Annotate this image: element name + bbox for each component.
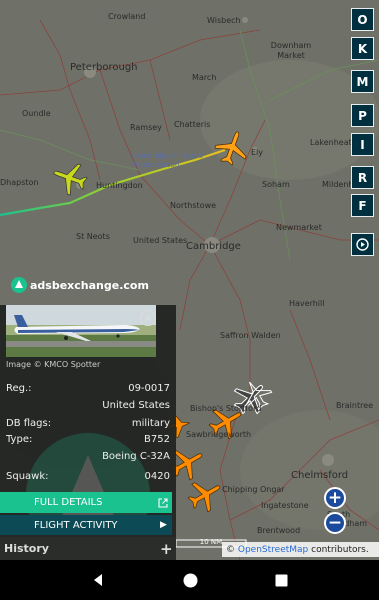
type-row: Type: B752 <box>6 434 170 445</box>
toolbar-button-f[interactable]: F <box>351 194 374 217</box>
place-label: Saffron Walden <box>220 331 281 340</box>
map-attribution: © OpenStreetMap contributors. <box>222 542 379 557</box>
minus-icon: − <box>327 512 343 533</box>
aircraft-photo[interactable] <box>6 305 156 357</box>
dbflags-label: DB flags: <box>6 418 52 429</box>
squawk-label: Squawk: <box>6 471 49 482</box>
country-value: United States <box>102 400 170 411</box>
home-button[interactable] <box>160 560 220 600</box>
plus-icon[interactable]: + <box>160 540 173 558</box>
place-label: Bishop's Stortford <box>190 404 262 413</box>
toolbar-button-r[interactable]: R <box>351 166 374 189</box>
toolbar-button-i[interactable]: I <box>351 133 374 156</box>
close-icon[interactable]: ✕ <box>140 310 156 326</box>
home-icon <box>183 573 197 587</box>
replay-button[interactable] <box>351 233 374 256</box>
adsbexchange-logo-icon <box>11 277 27 293</box>
back-button[interactable] <box>68 560 128 600</box>
place-label: Wisbech <box>207 16 241 25</box>
toolbar-button-o[interactable]: O <box>351 8 374 31</box>
place-label: St Neots <box>76 232 110 241</box>
android-navigation-bar <box>0 560 379 600</box>
attribution-prefix: © <box>226 544 235 555</box>
place-label: United States <box>133 236 188 245</box>
place-label: Northstowe <box>170 201 217 210</box>
place-label: Cambridge <box>186 241 241 252</box>
full-details-button[interactable]: FULL DETAILS <box>0 492 172 513</box>
recents-button[interactable] <box>251 560 311 600</box>
place-label: Ingatestone <box>261 501 309 510</box>
dbflags-row: DB flags: military <box>6 418 170 429</box>
place-label: Chelmsford <box>291 470 349 481</box>
place-label: Haverhill <box>289 299 325 308</box>
reg-label: Reg.: <box>6 383 32 394</box>
dbflags-value: military <box>131 418 170 429</box>
reg-value: 09-0017 <box>128 383 170 394</box>
openstreetmap-link[interactable]: OpenStreetMap <box>238 545 308 555</box>
place-label: Oundle <box>22 109 51 118</box>
place-label: Sawbridgeworth <box>186 430 252 439</box>
place-label: Dhapston <box>0 178 39 187</box>
reg-row: Reg.: 09-0017 <box>6 383 170 394</box>
place-label: Chatteris <box>174 120 211 129</box>
type-label: Type: <box>6 434 33 445</box>
full-details-label: FULL DETAILS <box>34 497 103 508</box>
place-label: Cambridgeshire and Peterborough <box>132 152 203 169</box>
image-caption: Image © KMCO Spotter <box>6 360 101 369</box>
chevron-right-icon: ▶ <box>160 520 167 530</box>
place-label: Newmarket <box>276 223 322 232</box>
external-link-icon <box>158 497 168 508</box>
aircraft-info-panel: ✕ Image © KMCO Spotter Reg.: 09-0017 Uni… <box>0 305 176 560</box>
flight-activity-button[interactable]: FLIGHT ACTIVITY ▶ <box>0 515 172 535</box>
place-label: Downham Market <box>270 41 312 60</box>
place-label: Crowland <box>108 12 146 21</box>
toolbar-button-m[interactable]: M <box>351 70 374 93</box>
aircraft-photo-image <box>6 305 156 357</box>
toolbar-button-k[interactable]: K <box>351 37 374 60</box>
place-label: Ramsey <box>130 123 162 132</box>
place-label: Lakenheath <box>310 138 357 147</box>
squawk-row: Squawk: 0420 <box>6 471 170 482</box>
squawk-value: 0420 <box>144 471 170 482</box>
zoom-out-button[interactable]: − <box>324 512 346 534</box>
flight-activity-label: FLIGHT ACTIVITY <box>34 519 118 531</box>
back-icon <box>94 574 102 586</box>
place-label: Brentwood <box>257 526 301 535</box>
zoom-in-button[interactable]: + <box>324 487 346 509</box>
toolbar-button-p[interactable]: P <box>351 104 374 127</box>
type-value: B752 <box>144 434 170 445</box>
history-label: History <box>4 542 49 555</box>
recents-icon <box>275 574 287 586</box>
place-label: Huntingdon <box>96 181 143 190</box>
place-label: Braintree <box>336 401 374 410</box>
watermark: adsbexchange.com <box>30 279 149 292</box>
place-label: March <box>192 73 217 82</box>
replay-icon <box>356 238 369 251</box>
place-label: Soham <box>262 180 290 189</box>
model-value: Boeing C-32A <box>102 451 170 462</box>
history-section[interactable]: History + <box>0 537 176 560</box>
place-label: Chipping Ongar <box>222 485 285 494</box>
place-label: Ely <box>251 148 264 157</box>
attribution-suffix: contributors. <box>311 544 369 555</box>
plus-icon: + <box>327 487 343 508</box>
place-label: Peterborough <box>70 62 138 73</box>
